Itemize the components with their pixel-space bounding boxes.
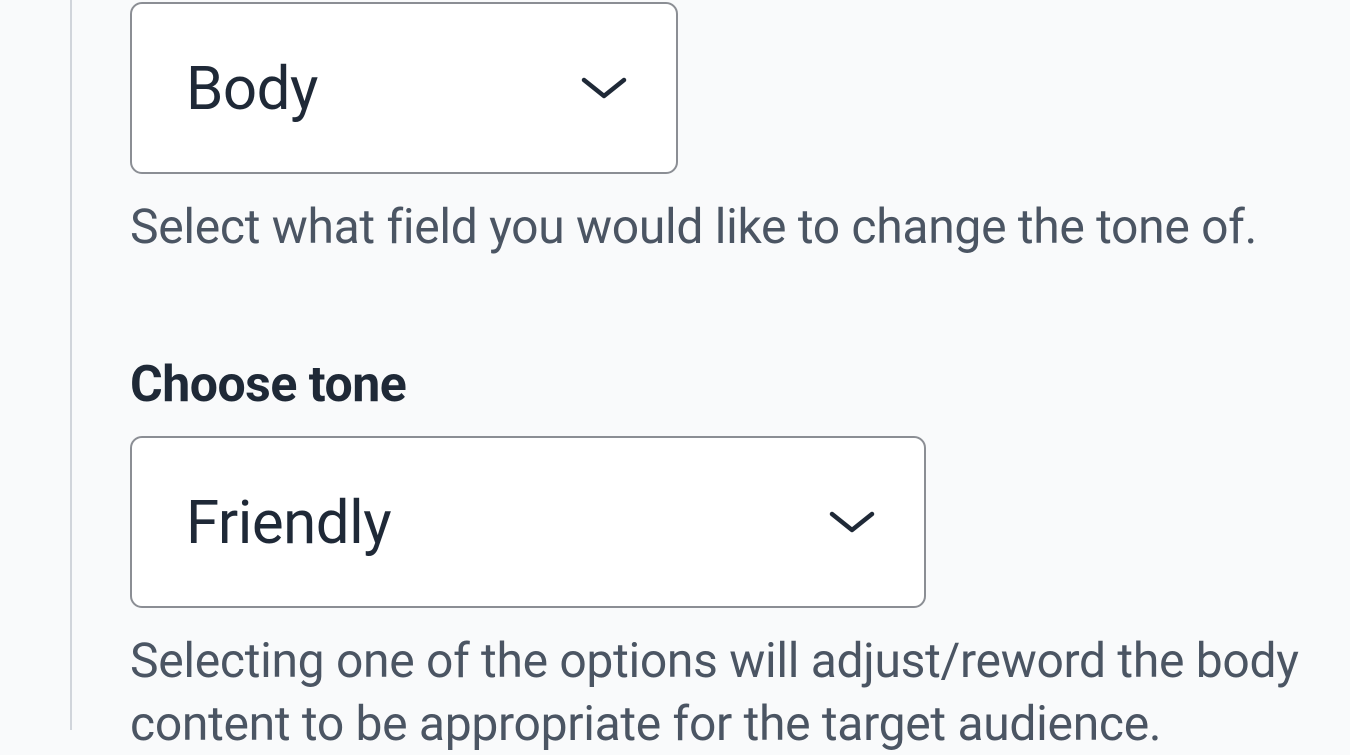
field-select-value: Body — [186, 53, 318, 124]
chevron-down-icon — [580, 74, 628, 102]
tone-select[interactable]: Friendly — [130, 436, 926, 608]
chevron-down-icon — [828, 508, 876, 536]
tone-select-value: Friendly — [186, 487, 391, 558]
tone-select-helper: Selecting one of the options will adjust… — [130, 630, 1330, 755]
field-select[interactable]: Body — [130, 2, 678, 174]
tone-section-label: Choose tone — [130, 356, 1330, 414]
field-select-helper: Select what field you would like to chan… — [130, 196, 1330, 258]
panel-divider — [70, 0, 72, 730]
form-content: Body Select what field you would like to… — [130, 2, 1330, 755]
